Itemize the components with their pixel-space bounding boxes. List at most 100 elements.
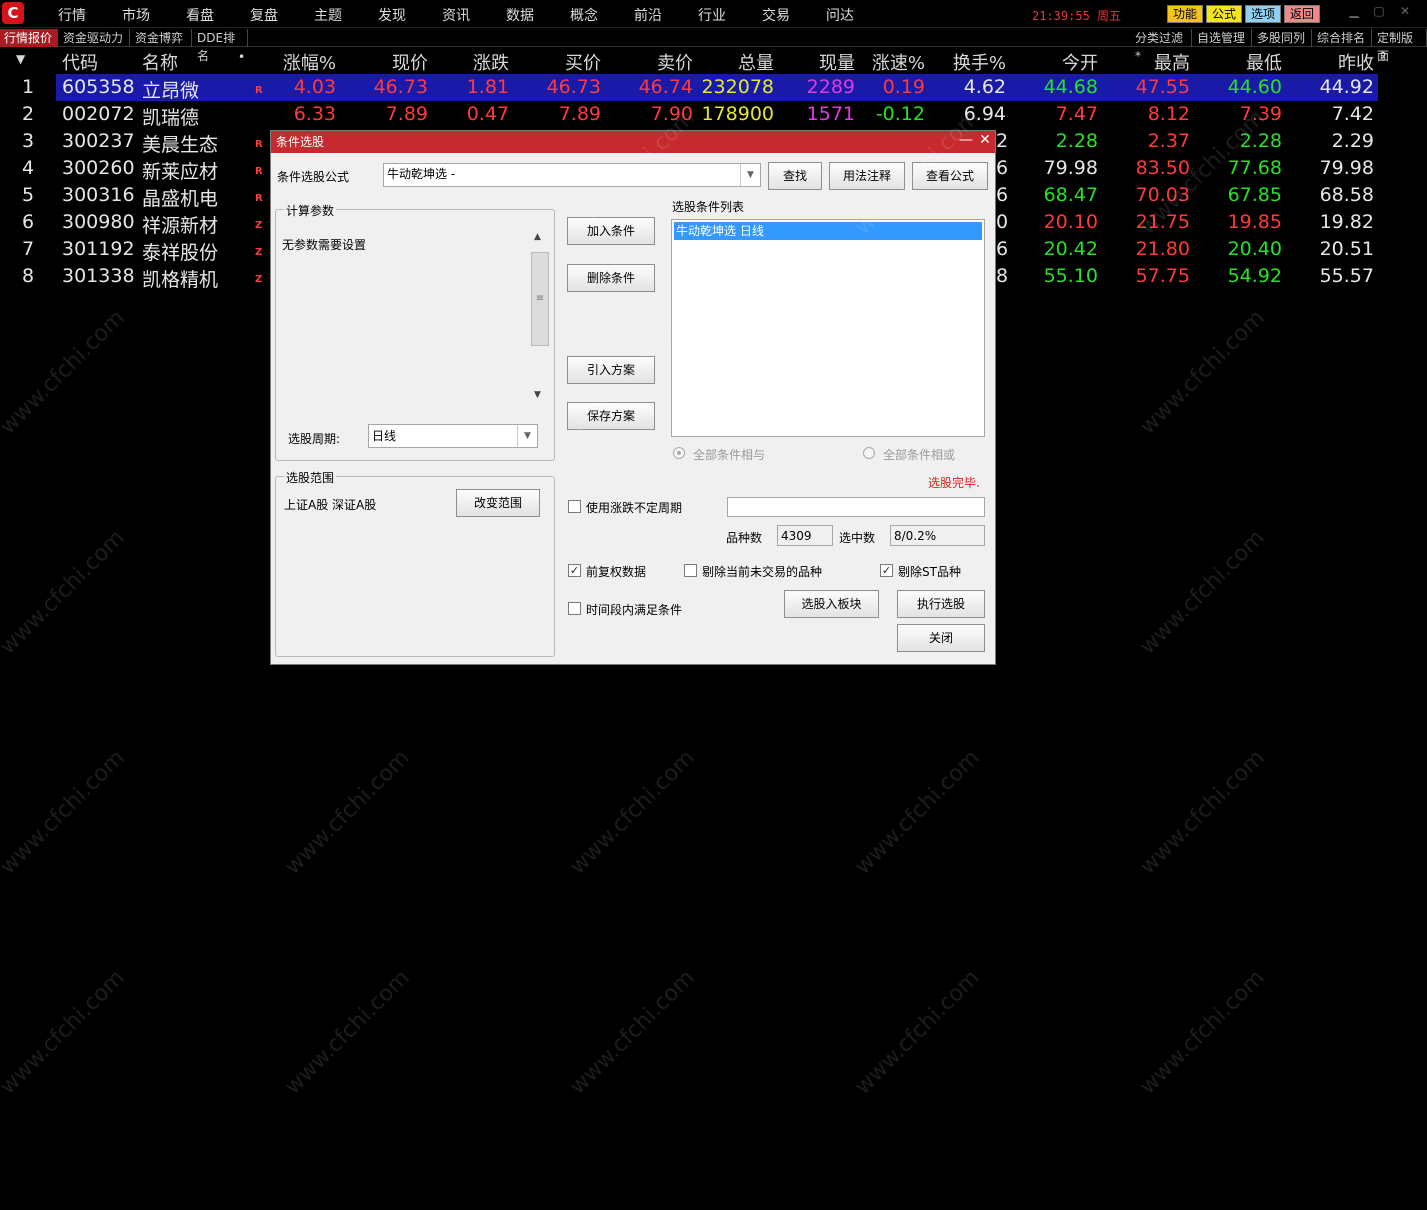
scroll-down-icon[interactable]: ▼ — [534, 390, 541, 400]
radio-or[interactable] — [863, 447, 875, 459]
cell-high: 57.75 — [1135, 265, 1190, 287]
menu-item-5[interactable]: 主题 — [314, 5, 342, 25]
maximize-icon[interactable]: ▢ — [1368, 3, 1390, 19]
minimize-icon[interactable]: ▁ — [1343, 3, 1365, 19]
close-button[interactable]: 关闭 — [897, 624, 985, 652]
menu-item-2[interactable]: 市场 — [122, 5, 150, 25]
table-row[interactable]: 2 002072 凯瑞德 6.33 7.89 0.47 7.89 7.90 178900 1571… — [0, 101, 1427, 129]
tab-4[interactable]: DDE排名 — [193, 29, 248, 63]
header-chg[interactable]: 涨跌 — [473, 49, 509, 75]
tab-right-1[interactable]: 分类过滤* — [1131, 29, 1192, 63]
header-open[interactable]: 今开 — [1062, 49, 1098, 75]
radio-and[interactable] — [673, 447, 685, 459]
row-index: 2 — [22, 103, 35, 125]
header-ask[interactable]: 卖价 — [657, 49, 693, 75]
condition-list[interactable]: 牛动乾坤选 日线 — [671, 219, 985, 437]
watermark-text: www.cfchi.com — [280, 965, 415, 1100]
top-button-1[interactable]: 功能 — [1167, 5, 1203, 23]
row-index: 3 — [22, 130, 35, 152]
use-period-checkbox[interactable] — [568, 500, 581, 513]
row-mark: R — [255, 139, 263, 150]
menu-item-10[interactable]: 前沿 — [634, 5, 662, 25]
stock-code: 301338 — [62, 265, 135, 287]
run-select-button[interactable]: 执行选股 — [897, 590, 985, 618]
table-header: ▼ 代码 名称 涨幅% 现价 涨跌 买价 卖价 总量 现量 涨速% 换手% 今开 最高 最低 昨收 •? — [0, 47, 1427, 74]
menu-item-7[interactable]: 资讯 — [442, 5, 470, 25]
header-name[interactable]: 名称 — [142, 49, 178, 75]
top-button-3[interactable]: 选项 — [1245, 5, 1281, 23]
sort-arrow-icon[interactable]: ▼ — [16, 52, 25, 66]
list-item[interactable]: 牛动乾坤选 日线 — [674, 222, 982, 240]
menu-item-8[interactable]: 数据 — [506, 5, 534, 25]
cell-turn: 8 — [996, 265, 1009, 287]
period-label: 选股周期: — [288, 432, 341, 446]
view-formula-button[interactable]: 查看公式 — [912, 162, 988, 190]
time-cond-checkbox[interactable] — [568, 602, 581, 615]
cell-turn: 6 — [996, 184, 1009, 206]
scroll-thumb[interactable]: ≡ — [531, 252, 549, 346]
tab-right-2[interactable]: 自选管理 — [1193, 29, 1252, 47]
add-condition-button[interactable]: 加入条件 — [567, 217, 655, 245]
help-icon[interactable]: ? — [1380, 50, 1386, 64]
params-scrollbar[interactable]: ▲ ≡ ▼ — [530, 230, 550, 404]
no-params-text: 无参数需要设置 — [282, 238, 367, 252]
menu-item-6[interactable]: 发现 — [378, 5, 406, 25]
menu-item-9[interactable]: 概念 — [570, 5, 598, 25]
header-turn[interactable]: 换手% — [953, 49, 1006, 75]
menu-item-13[interactable]: 问达 — [826, 5, 854, 25]
add-to-block-button[interactable]: 选股入板块 — [784, 590, 879, 618]
chevron-down-icon[interactable]: ▼ — [740, 164, 760, 186]
header-code[interactable]: 代码 — [62, 49, 98, 75]
import-scheme-button[interactable]: 引入方案 — [567, 356, 655, 384]
fq-checkbox[interactable]: ✓ — [568, 564, 581, 577]
chevron-down-icon[interactable]: ▼ — [517, 425, 537, 447]
header-cur[interactable]: 现量 — [819, 49, 855, 75]
range-label: 选股范围 — [284, 469, 337, 486]
close-icon[interactable]: ✕ — [1394, 3, 1416, 19]
header-speed[interactable]: 涨速% — [872, 49, 925, 75]
range-value: 上证A股 深证A股 — [284, 498, 377, 512]
cell-high: 83.50 — [1135, 157, 1190, 179]
header-pct[interactable]: 涨幅% — [283, 49, 336, 75]
menu-item-12[interactable]: 交易 — [762, 5, 790, 25]
menu-item-3[interactable]: 看盘 — [186, 5, 214, 25]
menu-item-4[interactable]: 复盘 — [250, 5, 278, 25]
header-bid[interactable]: 买价 — [565, 49, 601, 75]
stock-code: 301192 — [62, 238, 135, 260]
remove-untraded-checkbox[interactable] — [684, 564, 697, 577]
scroll-up-icon[interactable]: ▲ — [534, 232, 541, 242]
cell-prev: 44.92 — [1319, 76, 1374, 98]
header-vol[interactable]: 总量 — [738, 49, 774, 75]
save-scheme-button[interactable]: 保存方案 — [567, 402, 655, 430]
tab-3[interactable]: 资金博弈 — [131, 29, 192, 47]
tab-2[interactable]: 资金驱动力 — [59, 29, 130, 47]
header-high[interactable]: 最高 — [1154, 49, 1190, 75]
cell-low: 7.39 — [1239, 103, 1282, 125]
header-low[interactable]: 最低 — [1246, 49, 1282, 75]
app-logo-icon[interactable]: C — [2, 2, 24, 24]
dialog-minimize-icon[interactable]: — — [957, 132, 975, 148]
period-select[interactable]: 日线 ▼ — [368, 424, 538, 448]
formula-select[interactable]: 牛动乾坤选 - ▼ — [383, 163, 761, 187]
dialog-close-icon[interactable]: ✕ — [976, 132, 994, 148]
period-input[interactable] — [727, 497, 985, 517]
tab-right-5[interactable]: 定制版面 — [1373, 29, 1427, 63]
find-button[interactable]: 查找 — [768, 162, 822, 190]
top-button-4[interactable]: 返回 — [1284, 5, 1320, 23]
change-range-button[interactable]: 改变范围 — [456, 489, 540, 517]
delete-condition-button[interactable]: 删除条件 — [567, 264, 655, 292]
header-price[interactable]: 现价 — [392, 49, 428, 75]
tab-1[interactable]: 行情报价 — [0, 29, 58, 47]
usage-notes-button[interactable]: 用法注释 — [829, 162, 905, 190]
cell-prev: 19.82 — [1319, 211, 1374, 233]
cell-turn: 6.94 — [963, 103, 1006, 125]
tab-right-3[interactable]: 多股同列 — [1253, 29, 1312, 47]
top-button-2[interactable]: 公式 — [1206, 5, 1242, 23]
header-prev[interactable]: 昨收 — [1338, 49, 1374, 75]
tab-right-4[interactable]: 综合排名 — [1313, 29, 1372, 47]
menu-item-11[interactable]: 行业 — [698, 5, 726, 25]
cell-turn: 2 — [996, 130, 1009, 152]
menu-item-1[interactable]: 行情 — [58, 5, 86, 25]
table-row[interactable]: 1 605358 立昂微 R 4.03 46.73 1.81 46.73 46.74 232078… — [0, 74, 1427, 102]
remove-st-checkbox[interactable]: ✓ — [880, 564, 893, 577]
